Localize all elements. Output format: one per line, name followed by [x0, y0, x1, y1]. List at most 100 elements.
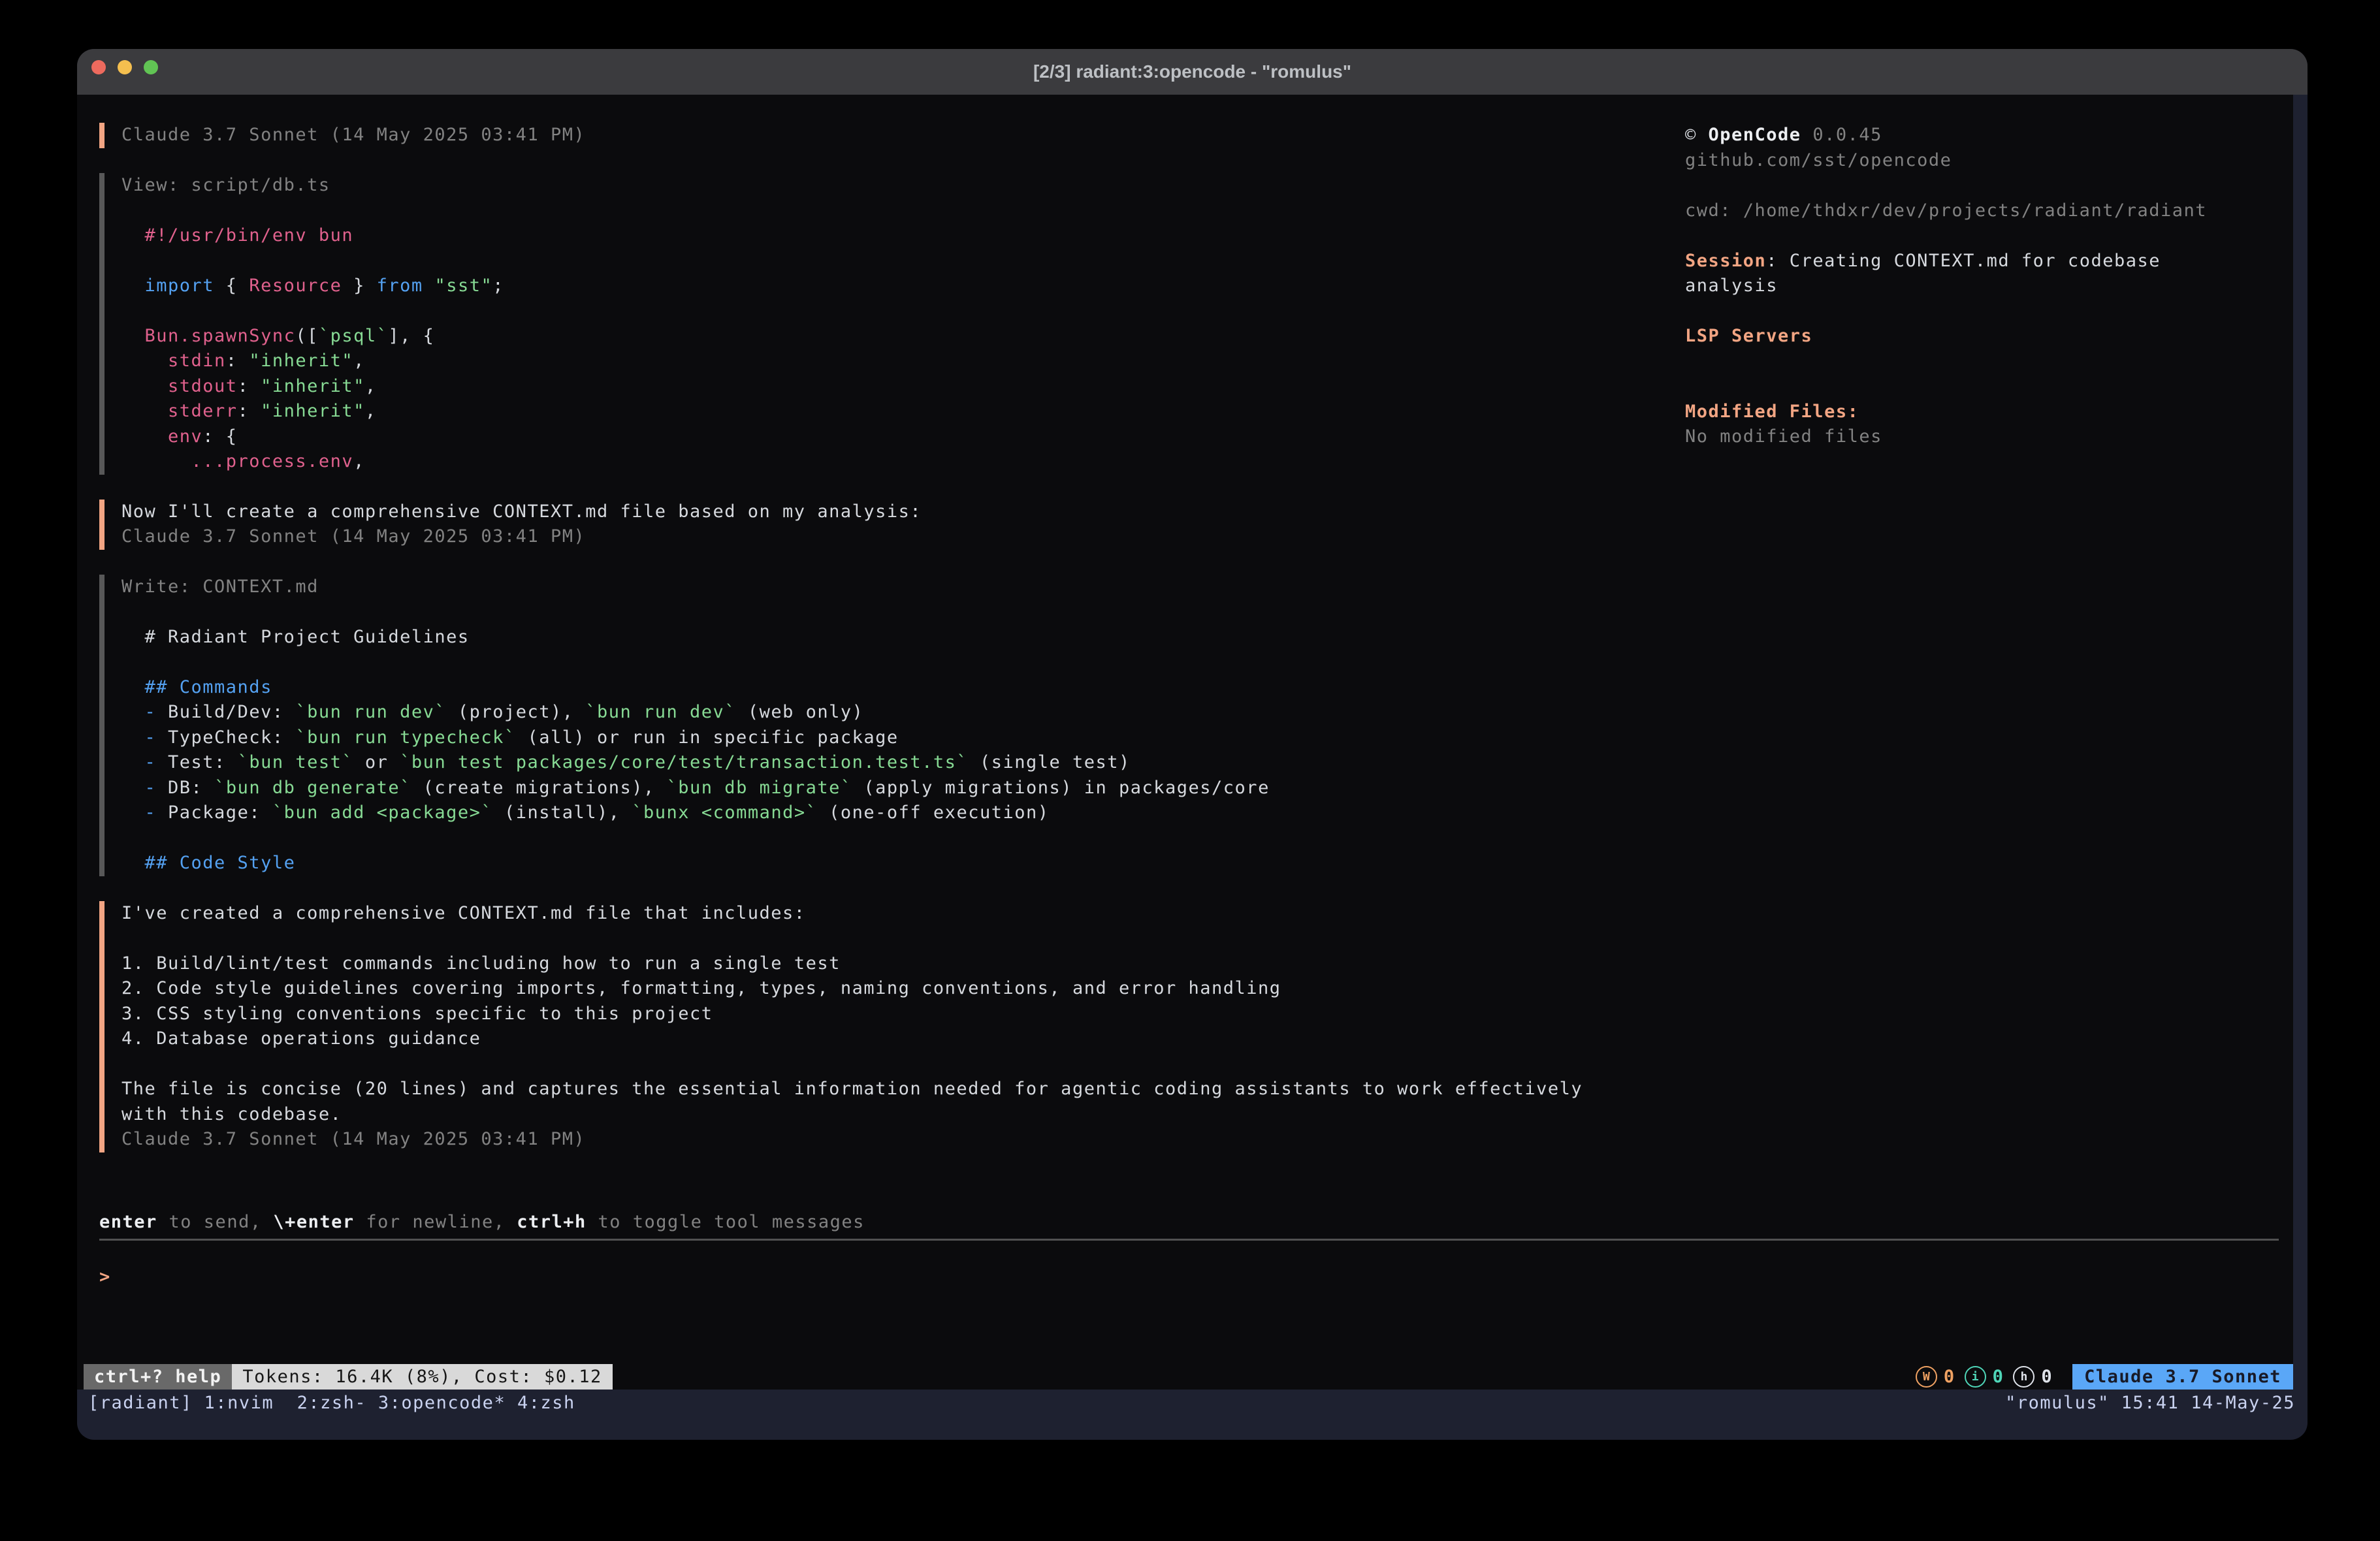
- terminal-line: ## Code Style: [121, 851, 2293, 876]
- assistant-message-block: Now I'll create a comprehensive CONTEXT.…: [99, 500, 2293, 550]
- text-segment: (single test): [968, 752, 1131, 772]
- text-segment: I've created a comprehensive CONTEXT.md …: [121, 903, 806, 923]
- text-segment: \+enter: [273, 1212, 354, 1232]
- text-segment: (apply migrations) in packages/core: [852, 778, 1270, 798]
- terminal-line: - Build/Dev: `bun run dev` (project), `b…: [121, 700, 2293, 725]
- terminal-line: [121, 650, 2293, 675]
- warning-icon: W: [1916, 1366, 1937, 1388]
- text-segment: from: [377, 276, 423, 296]
- input-divider: [99, 1239, 2279, 1241]
- terminal-line: 3. CSS styling conventions specific to t…: [121, 1002, 2293, 1027]
- text-segment: ;: [492, 276, 504, 296]
- terminal-line: Session: Creating CONTEXT.md for codebas…: [1685, 249, 2260, 299]
- text-segment: ,: [365, 376, 377, 396]
- text-segment: "inherit": [261, 401, 365, 421]
- tmux-status-bar: [radiant] 1:nvim 2:zsh- 3:opencode* 4:zs…: [77, 1390, 2308, 1416]
- text-segment: (one-off execution): [817, 802, 1049, 823]
- minimize-window-button[interactable]: [118, 60, 132, 74]
- text-segment: Resource: [249, 276, 342, 296]
- terminal-content: Claude 3.7 Sonnet (14 May 2025 03:41 PM)…: [77, 95, 2308, 1440]
- text-segment: :: [238, 376, 261, 396]
- terminal-line: ## Commands: [121, 675, 2293, 701]
- text-segment: # Radiant Project Guidelines: [121, 627, 470, 647]
- text-segment: enter: [99, 1212, 157, 1232]
- text-segment: Bun.spawnSync: [121, 326, 295, 346]
- text-segment: for newline,: [355, 1212, 517, 1232]
- text-segment: 0.0.45: [1801, 125, 1882, 145]
- text-segment: 4. Database operations guidance: [121, 1028, 481, 1049]
- text-segment: `bun run dev`: [295, 702, 446, 722]
- text-segment: `bun db migrate`: [667, 778, 852, 798]
- terminal-line: # Radiant Project Guidelines: [121, 625, 2293, 650]
- text-segment: ## Code Style: [121, 853, 295, 873]
- text-segment: Claude 3.7 Sonnet (14 May 2025 03:41 PM): [121, 1129, 585, 1149]
- terminal-line: [1685, 299, 2260, 325]
- text-segment: -: [121, 702, 168, 722]
- text-segment: `bun db generate`: [214, 778, 411, 798]
- terminal-line: - Test: `bun test` or `bun test packages…: [121, 750, 2293, 776]
- text-segment: {: [214, 276, 249, 296]
- text-segment: Write: CONTEXT.md: [121, 577, 319, 597]
- keybinding-hint: enter to send, \+enter for newline, ctrl…: [99, 1210, 2293, 1235]
- terminal-line: LSP Servers: [1685, 324, 2260, 349]
- text-segment: LSP Servers: [1685, 326, 1812, 346]
- text-segment: 2. Code style guidelines covering import…: [121, 978, 1281, 998]
- text-segment: #!/usr/bin/env bun: [121, 225, 353, 246]
- text-segment: Build/Dev:: [168, 702, 295, 722]
- text-segment: stderr: [121, 401, 238, 421]
- terminal-line: Now I'll create a comprehensive CONTEXT.…: [121, 500, 2293, 525]
- text-segment: View: script/db.ts: [121, 175, 330, 195]
- terminal-line: No modified files: [1685, 424, 2260, 450]
- text-segment: "sst": [434, 276, 492, 296]
- terminal-line: 2. Code style guidelines covering import…: [121, 976, 2293, 1002]
- text-segment: cwd: /home/thdxr/dev/projects/radiant/ra…: [1685, 200, 2207, 221]
- warning-count: W 0: [1916, 1366, 1955, 1388]
- text-segment: Modified Files:: [1685, 402, 1859, 422]
- info-icon: i: [1965, 1366, 1986, 1388]
- terminal-line: [1685, 349, 2260, 375]
- text-segment: `psql`: [319, 326, 389, 346]
- text-segment: `bunx <command>`: [632, 802, 817, 823]
- terminal-line: - TypeCheck: `bun run typecheck` (all) o…: [121, 725, 2293, 751]
- text-segment: (all) or run in specific package: [516, 727, 899, 748]
- terminal-line: Claude 3.7 Sonnet (14 May 2025 03:41 PM): [121, 1127, 2293, 1152]
- tool-write-file-block: Write: CONTEXT.md # Radiant Project Guid…: [99, 575, 2293, 876]
- opencode-status-bar: ctrl+? help Tokens: 16.4K (8%), Cost: $0…: [77, 1364, 2293, 1390]
- hint-count-value: 0: [2041, 1367, 2053, 1387]
- traffic-lights: [91, 60, 158, 74]
- text-segment: OpenCode: [1709, 125, 1801, 145]
- text-segment: : {: [202, 426, 237, 447]
- window-title: [2/3] radiant:3:opencode - "romulus": [77, 49, 2308, 95]
- chat-input[interactable]: >: [99, 1264, 2293, 1290]
- terminal-line: [121, 599, 2293, 625]
- text-segment: ,: [353, 351, 365, 371]
- terminal-line: [121, 926, 2293, 951]
- text-segment: ,: [353, 451, 365, 471]
- text-segment: to toggle tool messages: [587, 1212, 865, 1232]
- window-titlebar[interactable]: [2/3] radiant:3:opencode - "romulus": [77, 49, 2308, 95]
- text-segment: "inherit": [249, 351, 353, 371]
- text-segment: }: [342, 276, 376, 296]
- terminal-line: 1. Build/lint/test commands including ho…: [121, 951, 2293, 977]
- text-segment: `bun add <package>`: [272, 802, 492, 823]
- text-segment: (install),: [492, 802, 632, 823]
- text-segment: :: [238, 401, 261, 421]
- text-segment: 3. CSS styling conventions specific to t…: [121, 1004, 713, 1024]
- text-segment: ([: [295, 326, 319, 346]
- zoom-window-button[interactable]: [144, 60, 158, 74]
- text-segment: Package:: [168, 802, 272, 823]
- text-segment: `bun test`: [238, 752, 354, 772]
- text-segment: ], {: [388, 326, 434, 346]
- text-segment: Claude 3.7 Sonnet (14 May 2025 03:41 PM): [121, 526, 585, 547]
- text-segment: Now I'll create a comprehensive CONTEXT.…: [121, 501, 922, 522]
- terminal-line: 4. Database operations guidance: [121, 1026, 2293, 1052]
- tokens-cost-chip: Tokens: 16.4K (8%), Cost: $0.12: [232, 1364, 612, 1390]
- text-segment: [423, 276, 435, 296]
- terminal-line: [1685, 374, 2260, 400]
- terminal-line: [1685, 223, 2260, 249]
- text-segment: ctrl+h: [517, 1212, 587, 1232]
- terminal-line: [121, 1052, 2293, 1077]
- tmux-window-list[interactable]: [radiant] 1:nvim 2:zsh- 3:opencode* 4:zs…: [88, 1393, 575, 1413]
- text-segment: to send,: [157, 1212, 274, 1232]
- close-window-button[interactable]: [91, 60, 106, 74]
